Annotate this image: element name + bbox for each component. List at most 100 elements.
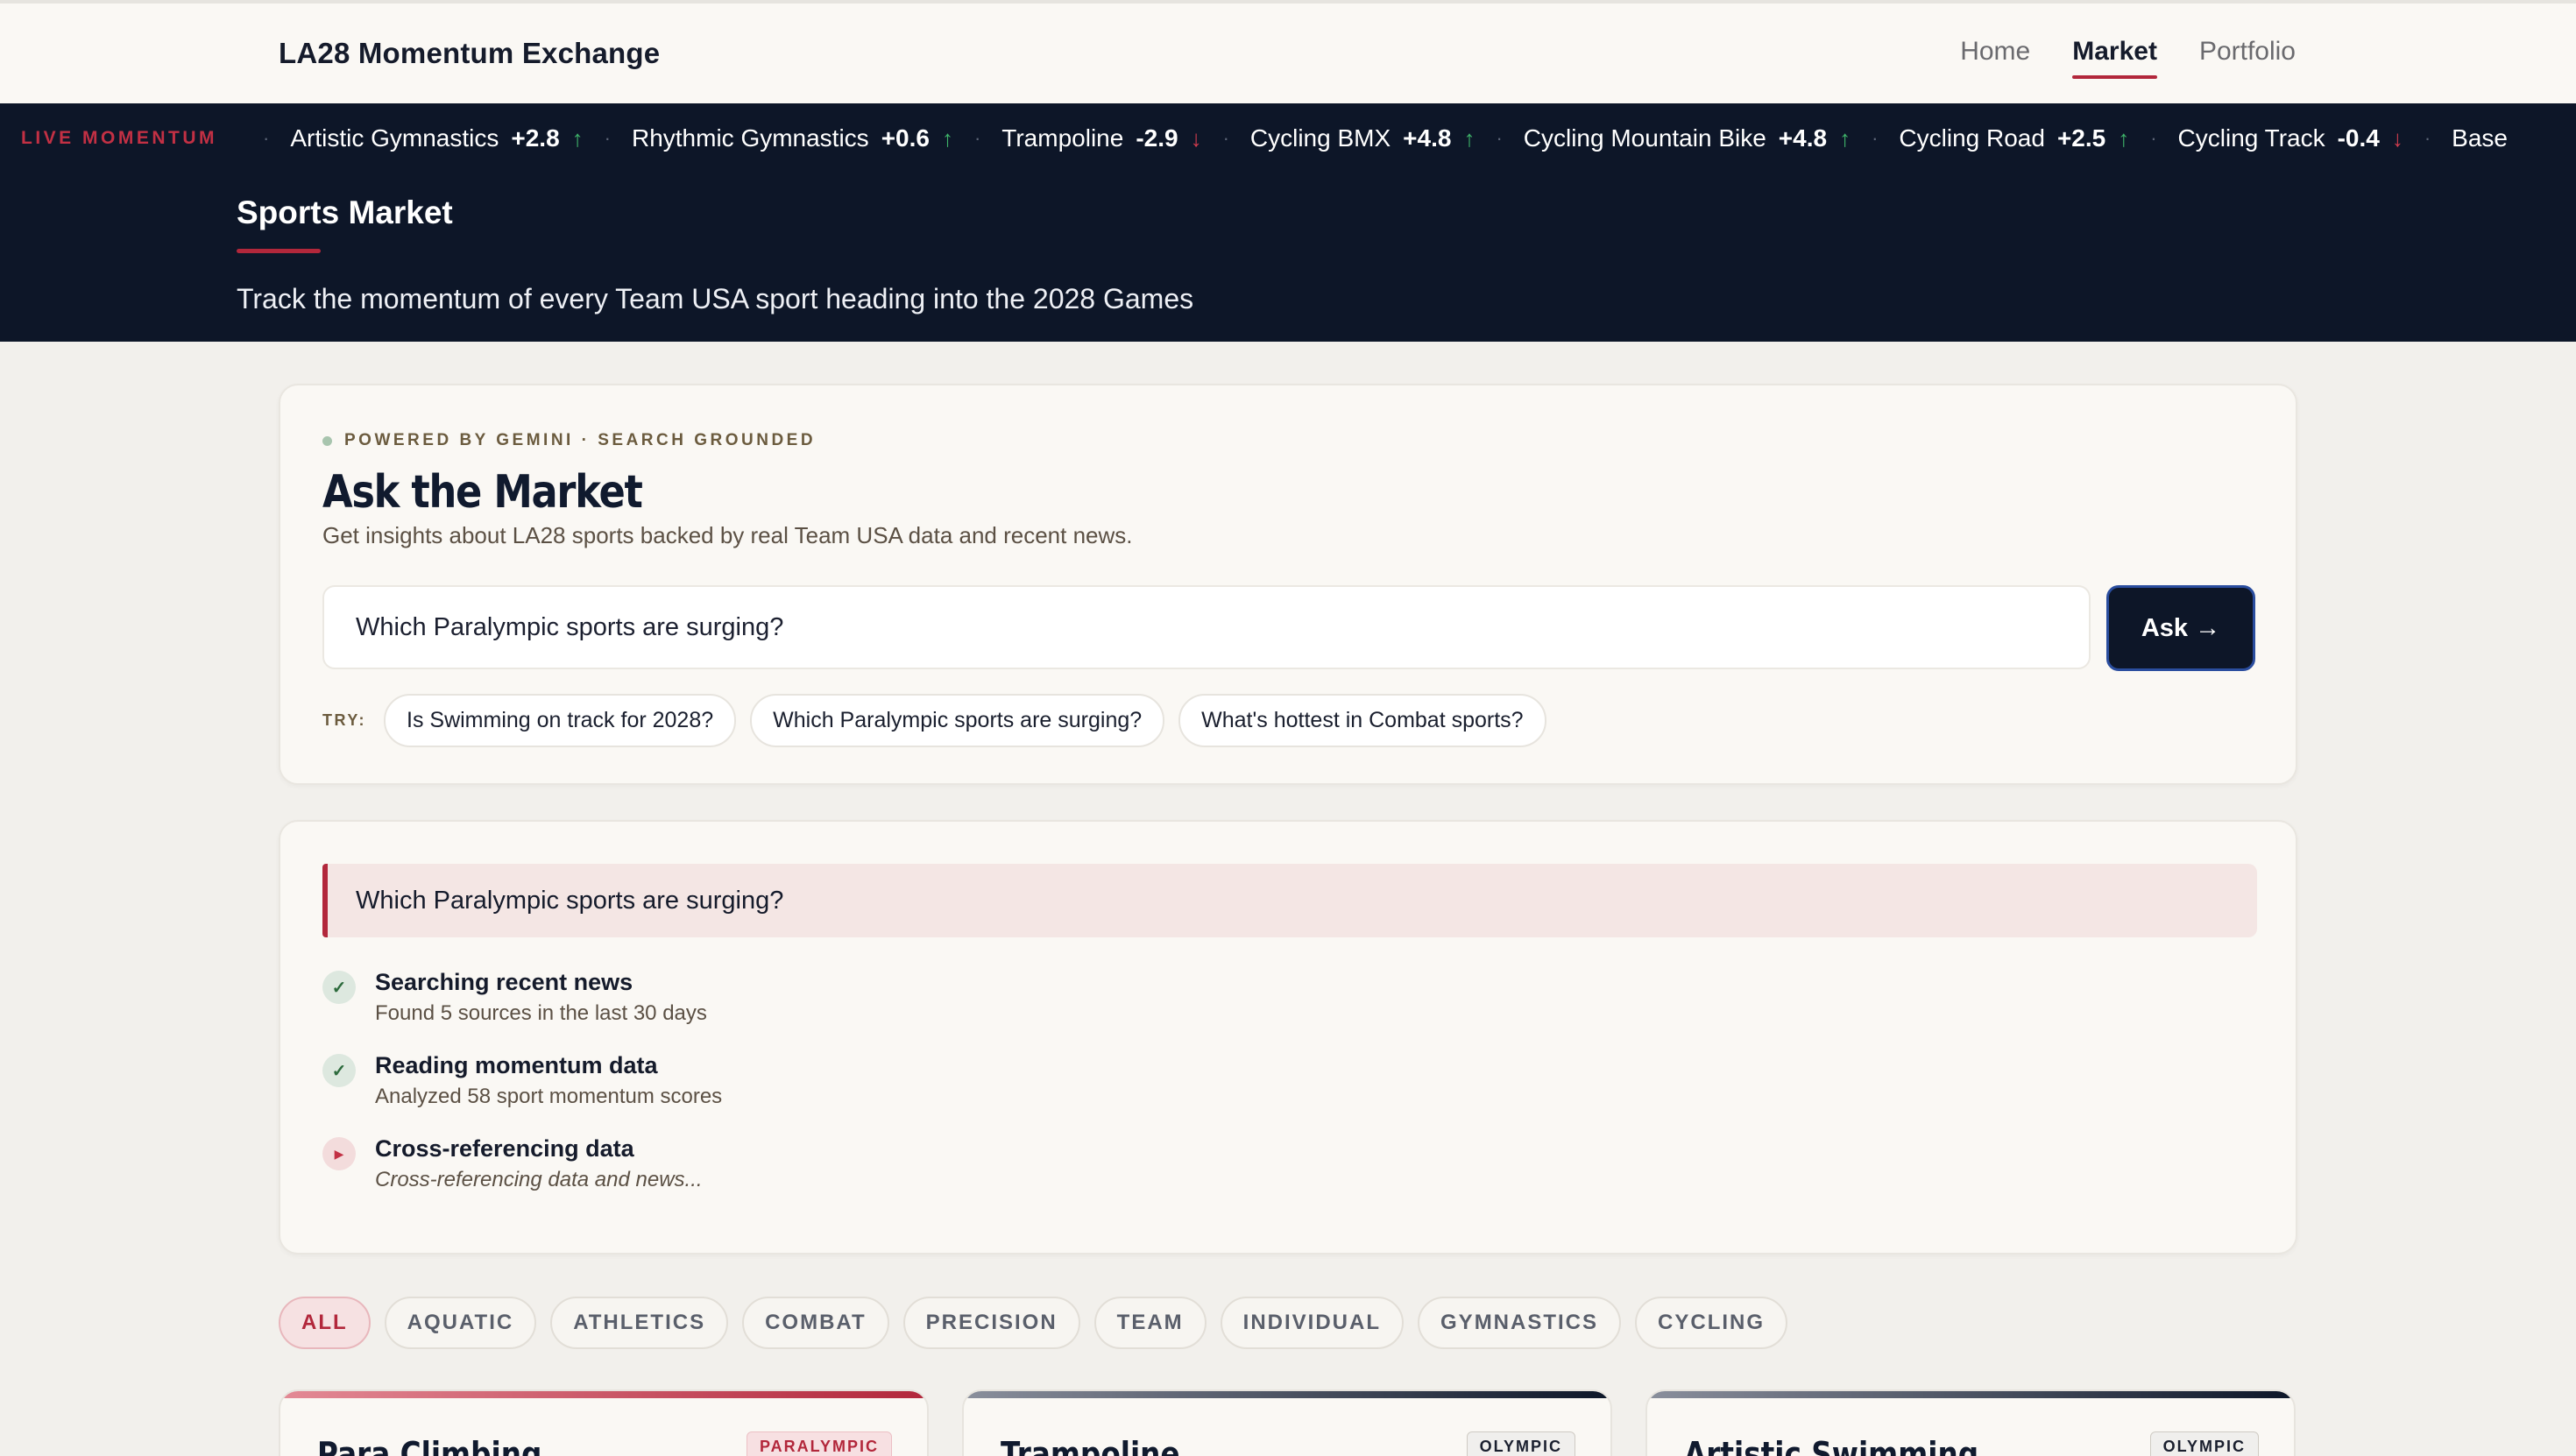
ticker-item[interactable]: Rhythmic Gymnastics +0.6 ↑ xyxy=(632,124,953,152)
filter-precision[interactable]: PRECISION xyxy=(902,1297,1080,1349)
card-accent-bar xyxy=(1647,1391,2294,1398)
filter-combat[interactable]: COMBAT xyxy=(742,1297,889,1349)
ticker-live-label: LIVE MOMENTUM xyxy=(21,128,217,148)
powered-by-label: POWERED BY GEMINI · SEARCH GROUNDED xyxy=(322,431,816,450)
query-display: Which Paralympic sports are surging? xyxy=(322,864,2257,937)
arrow-up-icon: ↑ xyxy=(2118,124,2130,152)
ticker-item[interactable]: Cycling Mountain Bike +4.8 ↑ xyxy=(1524,124,1851,152)
ticker-sport-name: Trampoline xyxy=(1001,124,1124,152)
try-label: TRY: xyxy=(322,711,366,729)
arrow-down-icon: ↓ xyxy=(1190,124,1202,152)
sport-name: Para Climbing xyxy=(317,1435,542,1456)
ask-button[interactable]: Ask → xyxy=(2106,585,2255,671)
ticker-item[interactable]: Cycling BMX +4.8 ↑ xyxy=(1250,124,1476,152)
ask-market-card: POWERED BY GEMINI · SEARCH GROUNDED Ask … xyxy=(279,384,2297,785)
filter-individual[interactable]: INDIVIDUAL xyxy=(1220,1297,1405,1349)
suggestion-chip[interactable]: Which Paralympic sports are surging? xyxy=(750,694,1165,747)
ticker-separator: · xyxy=(604,127,611,149)
progress-steps: ✓ Searching recent news Found 5 sources … xyxy=(322,969,722,1219)
ticker-sport-value: +2.8 xyxy=(511,124,560,152)
step-detail: Found 5 sources in the last 30 days xyxy=(375,1001,707,1025)
progress-step: ✓ Reading momentum data Analyzed 58 spor… xyxy=(322,1052,722,1109)
ticker-separator: · xyxy=(1872,127,1879,149)
ticker-item[interactable]: Base xyxy=(2452,124,2508,152)
step-detail: Cross-referencing data and news... xyxy=(375,1168,703,1191)
ticker-sport-name: Artistic Gymnastics xyxy=(290,124,499,152)
ticker-sport-value: +4.8 xyxy=(1778,124,1828,152)
sport-name: Artistic Swimming xyxy=(1684,1435,1979,1456)
ticker-sport-value: +0.6 xyxy=(881,124,930,152)
step-title: Searching recent news xyxy=(375,969,633,995)
ticker-separator: · xyxy=(2424,127,2431,149)
ticker-sport-value: +2.5 xyxy=(2056,124,2106,152)
ticker-sport-name: Base xyxy=(2452,124,2508,152)
nav-market[interactable]: Market xyxy=(2072,37,2157,79)
card-accent-bar xyxy=(964,1391,1610,1398)
ticker-sport-name: Cycling Track xyxy=(2177,124,2325,152)
filter-athletics[interactable]: ATHLETICS xyxy=(550,1297,729,1349)
ticker-sport-value: +4.8 xyxy=(1403,124,1452,152)
sport-card[interactable]: Para Climbing PARALYMPIC xyxy=(279,1389,929,1456)
arrow-up-icon: ↑ xyxy=(1839,124,1851,152)
category-filters: ALL AQUATIC ATHLETICS COMBAT PRECISION T… xyxy=(279,1297,1788,1349)
step-title: Reading momentum data xyxy=(375,1052,658,1078)
sport-card[interactable]: Trampoline OLYMPIC xyxy=(962,1389,1612,1456)
ticker-separator: · xyxy=(263,127,270,149)
filter-team[interactable]: TEAM xyxy=(1093,1297,1207,1349)
ticker-item[interactable]: Trampoline -2.9 ↓ xyxy=(1001,124,1201,152)
ticker-sport-name: Cycling BMX xyxy=(1249,124,1391,152)
nav-portfolio[interactable]: Portfolio xyxy=(2199,37,2296,79)
momentum-ticker: LIVE MOMENTUM · Artistic Gymnastics +2.8… xyxy=(0,103,2576,173)
sport-badge: OLYMPIC xyxy=(2149,1431,2259,1456)
sport-badge: OLYMPIC xyxy=(1466,1431,1575,1456)
page-subtitle: Track the momentum of every Team USA spo… xyxy=(237,283,1194,315)
ticker-separator: · xyxy=(2150,127,2157,149)
suggestion-row: TRY: Is Swimming on track for 2028? Whic… xyxy=(322,694,1546,747)
ask-title: Ask the Market xyxy=(322,466,643,519)
filter-gymnastics[interactable]: GYMNASTICS xyxy=(1418,1297,1622,1349)
ticker-item[interactable]: Cycling Track -0.4 ↓ xyxy=(2178,124,2403,152)
suggestion-chip[interactable]: Is Swimming on track for 2028? xyxy=(384,694,737,747)
sport-name: Trampoline xyxy=(1001,1435,1180,1456)
ticker-item[interactable]: Cycling Road +2.5 ↑ xyxy=(1899,124,2129,152)
status-dot-icon xyxy=(322,435,332,446)
ask-input[interactable]: Which Paralympic sports are surging? xyxy=(322,585,2091,669)
nav-home[interactable]: Home xyxy=(1960,37,2030,79)
ticker-sport-value: -0.4 xyxy=(2337,124,2380,152)
ticker-item[interactable]: Artistic Gymnastics +2.8 ↑ xyxy=(290,124,583,152)
ticker-sport-name: Rhythmic Gymnastics xyxy=(631,124,869,152)
arrow-up-icon: ↑ xyxy=(941,124,953,152)
arrow-up-icon: ↑ xyxy=(1463,124,1476,152)
ticker-sport-name: Cycling Road xyxy=(1899,124,2045,152)
check-icon: ✓ xyxy=(322,971,356,1004)
page-title: Sports Market xyxy=(237,194,453,230)
ticker-separator: · xyxy=(973,127,981,149)
ticker-separator: · xyxy=(1496,127,1503,149)
suggestion-chip[interactable]: What's hottest in Combat sports? xyxy=(1178,694,1546,747)
market-hero: LIVE MOMENTUM · Artistic Gymnastics +2.8… xyxy=(0,103,2576,342)
filter-aquatic[interactable]: AQUATIC xyxy=(384,1297,537,1349)
ticker-sport-name: Cycling Mountain Bike xyxy=(1523,124,1766,152)
title-underline xyxy=(237,249,321,253)
filter-cycling[interactable]: CYCLING xyxy=(1635,1297,1788,1349)
sport-card[interactable]: Artistic Swimming OLYMPIC xyxy=(1645,1389,2296,1456)
brand-title[interactable]: LA28 Momentum Exchange xyxy=(279,37,660,70)
play-icon: ▶ xyxy=(322,1137,356,1170)
arrow-up-icon: ↑ xyxy=(571,124,584,152)
progress-step: ✓ Searching recent news Found 5 sources … xyxy=(322,969,722,1026)
step-detail: Analyzed 58 sport momentum scores xyxy=(375,1085,723,1108)
sport-badge: PARALYMPIC xyxy=(746,1431,892,1456)
powered-by-text: POWERED BY GEMINI · SEARCH GROUNDED xyxy=(344,431,817,449)
step-title: Cross-referencing data xyxy=(375,1135,634,1162)
check-icon: ✓ xyxy=(322,1054,356,1087)
arrow-down-icon: ↓ xyxy=(2391,124,2403,152)
ticker-separator: · xyxy=(1222,127,1229,149)
top-nav: LA28 Momentum Exchange Home Market Portf… xyxy=(0,0,2576,103)
ask-description: Get insights about LA28 sports backed by… xyxy=(322,522,1133,548)
filter-all[interactable]: ALL xyxy=(279,1297,371,1349)
progress-step: ▶ Cross-referencing data Cross-referenci… xyxy=(322,1135,722,1192)
card-accent-bar xyxy=(280,1391,927,1398)
answer-card: Which Paralympic sports are surging? ✓ S… xyxy=(279,820,2297,1255)
main-nav: Home Market Portfolio xyxy=(1960,37,2296,79)
ticker-sport-value: -2.9 xyxy=(1136,124,1178,152)
